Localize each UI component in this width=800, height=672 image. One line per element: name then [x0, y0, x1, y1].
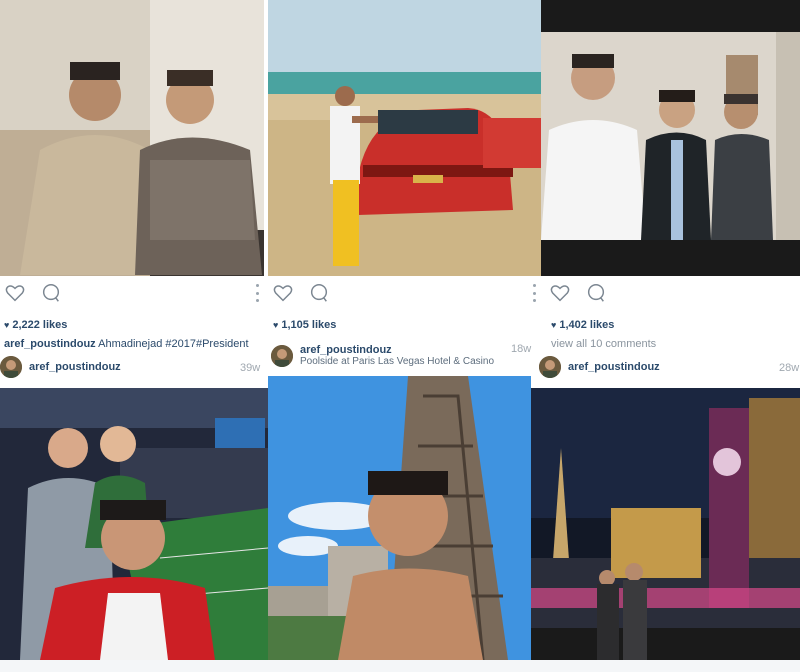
more-options-icon[interactable]: [256, 284, 260, 302]
photo-2[interactable]: [268, 0, 541, 276]
likes-count-2[interactable]: ♥ 1,105 likes: [273, 319, 336, 331]
next-post-strip: [0, 660, 800, 672]
more-options-icon[interactable]: [533, 284, 537, 302]
photo-1[interactable]: [0, 0, 264, 276]
action-bar-2: [268, 276, 541, 310]
photo-4-image: [0, 388, 268, 660]
avatar[interactable]: [0, 356, 22, 378]
like-heart-icon[interactable]: [4, 282, 26, 304]
likes-heart-icon: ♥: [273, 320, 279, 330]
caption-1: aref_poustindouz Ahmadinejad #2017#Presi…: [4, 338, 249, 350]
avatar[interactable]: [539, 356, 561, 378]
post-location[interactable]: Poolside at Paris Las Vegas Hotel & Casi…: [300, 356, 494, 368]
photo-5[interactable]: [268, 376, 531, 660]
post-username[interactable]: aref_poustindouz: [568, 361, 660, 373]
avatar[interactable]: [271, 345, 293, 367]
caption-username[interactable]: aref_poustindouz: [4, 338, 96, 350]
action-bar-1: [0, 276, 264, 310]
post-header-1: aref_poustindouz: [0, 354, 264, 380]
likes-heart-icon: ♥: [551, 320, 557, 330]
like-heart-icon[interactable]: [272, 282, 294, 304]
post-age: 18w: [511, 343, 532, 355]
likes-count-1[interactable]: ♥ 2,222 likes: [4, 319, 67, 331]
caption-text: Ahmadinejad #2017#President: [98, 338, 249, 350]
photo-1-image: [0, 0, 264, 276]
comment-bubble-icon[interactable]: [585, 282, 607, 304]
photo-6-image: [531, 388, 800, 660]
post-username[interactable]: aref_poustindouz: [300, 344, 494, 356]
photo-5-image: [268, 376, 531, 660]
likes-heart-icon: ♥: [4, 320, 10, 330]
photo-3-image: [541, 0, 800, 276]
comment-bubble-icon[interactable]: [40, 282, 62, 304]
post-age: 28w: [779, 362, 800, 374]
comment-bubble-icon[interactable]: [308, 282, 330, 304]
photo-3[interactable]: [541, 0, 800, 276]
post-username[interactable]: aref_poustindouz: [29, 361, 121, 373]
likes-count-3[interactable]: ♥ 1,402 likes: [551, 319, 614, 331]
photo-2-image: [268, 0, 541, 276]
photo-4[interactable]: [0, 388, 268, 660]
post-header-2: aref_poustindouz Poolside at Paris Las V…: [271, 342, 536, 370]
post-age: 39w: [240, 362, 261, 374]
photo-6[interactable]: [531, 388, 800, 660]
view-comments-link[interactable]: view all 10 comments: [551, 338, 656, 350]
action-bar-3: [545, 276, 800, 310]
post-header-3: aref_poustindouz: [539, 354, 800, 380]
like-heart-icon[interactable]: [549, 282, 571, 304]
